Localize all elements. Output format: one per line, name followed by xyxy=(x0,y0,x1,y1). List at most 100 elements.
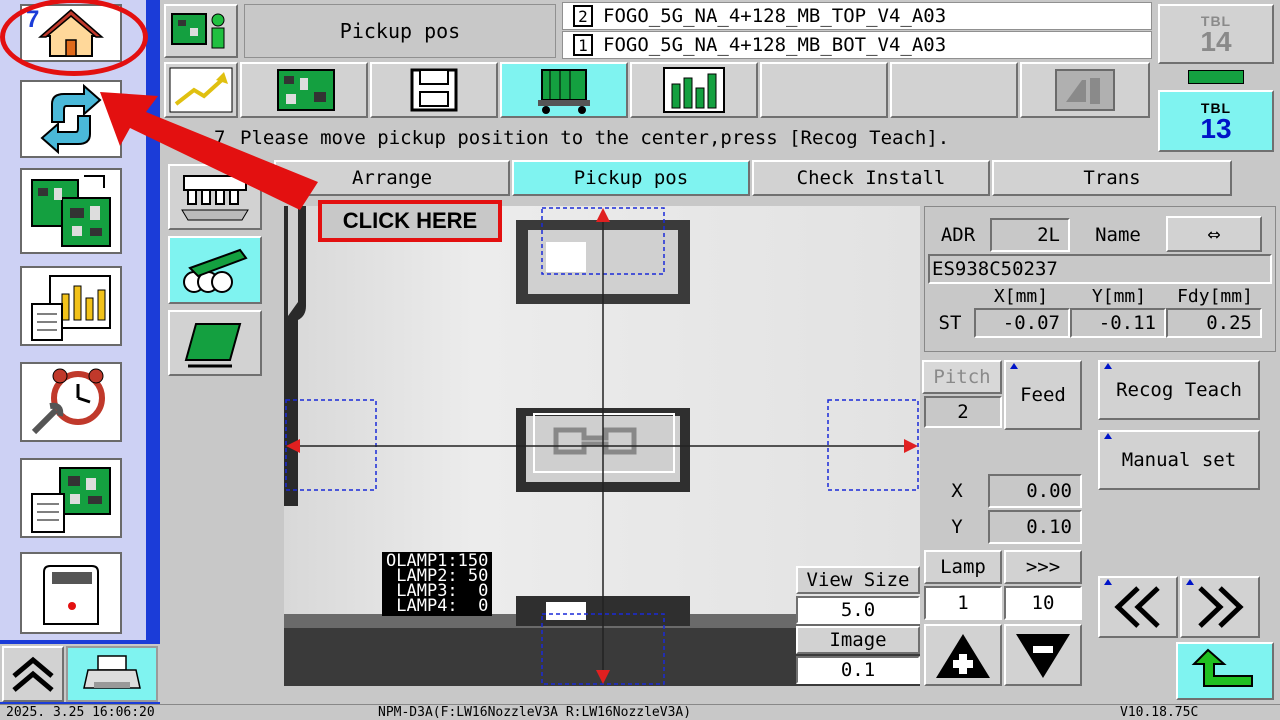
program-top-index: 2 xyxy=(573,5,593,27)
message-bar: 7 Please move pickup position to the cen… xyxy=(164,122,1152,154)
status-version: V10.18.75C xyxy=(1120,705,1199,720)
save-button[interactable] xyxy=(370,62,498,118)
home-highlight-circle xyxy=(0,0,148,76)
statistics-button[interactable] xyxy=(630,62,758,118)
y-label: Y xyxy=(951,516,963,538)
table-13-button[interactable]: TBL 13 xyxy=(1158,90,1274,152)
head-select-button[interactable] xyxy=(1020,62,1150,118)
status-machine: NPM-D3A(F:LW16NozzleV3A R:LW16NozzleV3A) xyxy=(378,705,692,720)
previous-marker-icon xyxy=(1104,579,1112,585)
print-button[interactable] xyxy=(66,646,158,702)
program-top-name: FOGO_5G_NA_4+128_MB_TOP_V4_A03 xyxy=(603,5,947,27)
col-y-label: Y[mm] xyxy=(1091,285,1147,307)
mode-title: Pickup pos xyxy=(244,4,556,58)
return-button[interactable] xyxy=(1176,642,1274,700)
operator-pcb-icon xyxy=(171,13,225,49)
toolbar-empty-1 xyxy=(760,62,888,118)
next-button[interactable] xyxy=(1180,576,1260,638)
image-value[interactable]: 0.1 xyxy=(796,656,920,684)
production-change-button[interactable] xyxy=(20,80,122,158)
recog-teach-button[interactable]: Recog Teach xyxy=(1098,360,1260,420)
tab-arrange[interactable]: Arrange xyxy=(274,160,510,196)
table-14-button[interactable]: TBL 14 xyxy=(1158,4,1274,64)
table-13-number: 13 xyxy=(1200,113,1232,144)
tray-icon xyxy=(184,323,242,368)
pcb-data-button[interactable] xyxy=(20,168,122,254)
pitch-label: Pitch xyxy=(922,360,1002,394)
pcb-transfer-button[interactable] xyxy=(240,62,368,118)
lamp-overlay-value: 0 xyxy=(478,596,489,616)
program-top-row: 2 FOGO_5G_NA_4+128_MB_TOP_V4_A03 xyxy=(562,2,1152,30)
tray-view-button[interactable] xyxy=(168,310,262,376)
machine-icon xyxy=(43,565,99,625)
st-fdy-value: 0.25 xyxy=(1166,308,1262,338)
lamp-next-button[interactable]: >>> xyxy=(1004,550,1082,584)
toolbar-empty-2 xyxy=(890,62,1018,118)
col-x-label: X[mm] xyxy=(993,285,1049,307)
program-bottom-index: 1 xyxy=(573,34,593,56)
lamp-decrease-button[interactable] xyxy=(1004,624,1082,686)
image-label: Image xyxy=(796,626,920,654)
lamp-level-value[interactable]: 10 xyxy=(1004,586,1082,620)
col-fdy-label: Fdy[mm] xyxy=(1177,285,1253,307)
scroll-up-button[interactable] xyxy=(2,646,64,702)
bar-graph-icon xyxy=(663,67,725,113)
lamp-overlay-label: LAMP4: xyxy=(396,596,458,616)
lamp-increase-button[interactable] xyxy=(924,624,1002,686)
feeder-cart-icon xyxy=(538,69,590,114)
previous-button[interactable] xyxy=(1098,576,1178,638)
double-chevron-right-icon xyxy=(1198,586,1244,628)
head-one-icon xyxy=(1055,69,1115,111)
program-bottom-name: FOGO_5G_NA_4+128_MB_BOT_V4_A03 xyxy=(603,34,947,56)
feed-label: Feed xyxy=(1020,384,1066,406)
table-link-indicator xyxy=(1188,70,1244,84)
adr-label: ADR xyxy=(940,224,976,246)
trend-button[interactable] xyxy=(164,62,238,118)
minus-triangle-icon xyxy=(1016,634,1070,678)
view-size-value[interactable]: 5.0 xyxy=(796,596,920,624)
recog-teach-label: Recog Teach xyxy=(1116,379,1242,401)
manual-set-button[interactable]: Manual set xyxy=(1098,430,1260,490)
alarm-clock-wrench-icon xyxy=(31,368,105,435)
production-info-button[interactable] xyxy=(20,266,122,346)
manual-set-marker-icon xyxy=(1104,433,1112,439)
lamp-number-value[interactable]: 1 xyxy=(924,586,1002,620)
name-label: Name xyxy=(1095,224,1141,246)
feeder-view-button[interactable] xyxy=(168,236,262,304)
pcb-edit-button[interactable] xyxy=(20,458,122,538)
trend-arrow-icon xyxy=(169,67,233,113)
tab-check-install-label: Check Install xyxy=(796,167,946,189)
double-chevron-left-icon xyxy=(1114,586,1160,628)
lamp-overlay: OLAMP1:150 LAMP2: 50 LAMP3: 0 LAMP4: 0 xyxy=(382,552,493,616)
part-name-field: ES938C50237 xyxy=(928,254,1272,284)
tab-arrange-label: Arrange xyxy=(351,167,433,189)
feeder-cart-button[interactable] xyxy=(500,62,628,118)
st-label: ST xyxy=(938,312,962,334)
plus-triangle-icon xyxy=(936,634,990,678)
click-here-callout: CLICK HERE xyxy=(318,200,502,242)
nozzle-view-button[interactable] xyxy=(168,164,262,230)
tab-check-install[interactable]: Check Install xyxy=(752,160,990,196)
view-size-label: View Size xyxy=(796,566,920,594)
pitch-value[interactable]: 2 xyxy=(924,396,1002,428)
x-label: X xyxy=(951,480,963,502)
table-14-number: 14 xyxy=(1200,26,1232,57)
program-bottom-row: 1 FOGO_5G_NA_4+128_MB_BOT_V4_A03 xyxy=(562,31,1152,59)
nozzle-head-icon xyxy=(181,175,249,221)
feed-button[interactable]: Feed xyxy=(1004,360,1082,430)
part-name-value: ES938C50237 xyxy=(932,258,1058,280)
st-x-value: -0.07 xyxy=(974,308,1070,338)
maintenance-button[interactable] xyxy=(20,362,122,442)
x-value: 0.00 xyxy=(988,474,1082,508)
operator-mode-button[interactable] xyxy=(164,4,238,58)
floppy-disk-icon xyxy=(410,68,458,112)
swap-button[interactable]: ⇔ xyxy=(1166,216,1262,252)
manual-set-label: Manual set xyxy=(1121,449,1237,471)
tab-trans[interactable]: Trans xyxy=(992,160,1232,196)
lamp-button[interactable]: Lamp xyxy=(924,550,1002,584)
report-chart-icon xyxy=(31,275,111,341)
machine-button[interactable] xyxy=(20,552,122,634)
tab-pickup-pos-label: Pickup pos xyxy=(573,167,689,189)
refresh-arrows-icon xyxy=(40,83,102,155)
tab-pickup-pos[interactable]: Pickup pos xyxy=(512,160,750,196)
